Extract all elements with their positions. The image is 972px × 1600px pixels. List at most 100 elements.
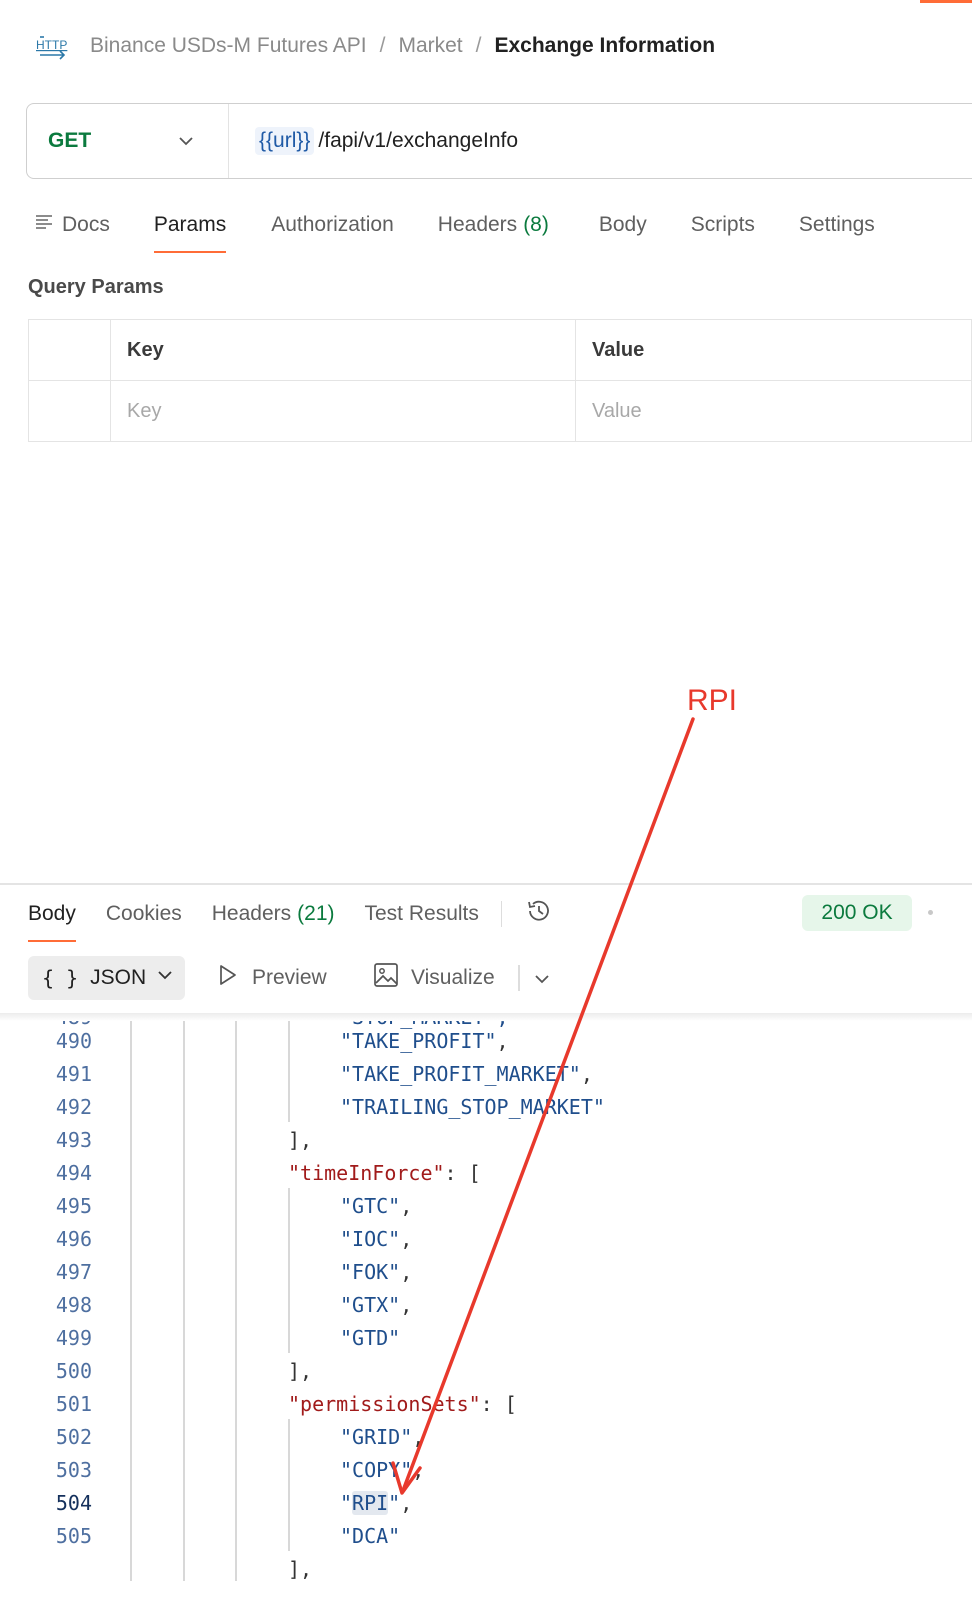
code-text: ], (288, 1355, 312, 1388)
separator-dot (928, 910, 933, 915)
json-punctuation: , (412, 1425, 425, 1449)
json-string: "DCA" (340, 1524, 401, 1548)
chevron-down-icon[interactable] (533, 970, 551, 993)
page-title[interactable]: Exchange Information (494, 34, 715, 58)
http-icon: HTTP (34, 31, 70, 61)
line-number: 503 (55, 1458, 92, 1482)
code-text: "TRAILING_STOP_MARKET" (340, 1091, 605, 1124)
line-number: 495 (55, 1194, 92, 1218)
code-text: "timeInForce": [ (288, 1157, 481, 1190)
params-table: Key Value Key Value (28, 319, 972, 442)
json-string: "FOK" (340, 1260, 401, 1284)
json-punctuation: , (400, 1491, 413, 1515)
tab-label: Headers (211, 902, 292, 925)
json-punctuation: , (412, 1458, 425, 1482)
response-divider[interactable] (0, 883, 972, 885)
tab-authorization[interactable]: Authorization (271, 205, 394, 245)
url-variable[interactable]: {{url}} (255, 127, 315, 155)
code-line: 496 "IOC", (0, 1223, 972, 1256)
visualize-button[interactable]: Visualize (373, 956, 495, 1000)
json-punctuation: ], (288, 1359, 313, 1383)
method-select[interactable]: GET (27, 104, 229, 178)
json-string: "TAKE_PROFIT" (340, 1029, 497, 1053)
chevron-down-icon (177, 132, 195, 156)
tab-label: Scripts (690, 213, 755, 236)
tab-scripts[interactable]: Scripts (691, 205, 755, 245)
image-icon (373, 962, 399, 994)
code-text: "IOC", (340, 1223, 412, 1256)
line-number: 490 (55, 1029, 92, 1053)
clipped-code-line: ], (288, 1557, 313, 1581)
annotation-label: RPI (687, 684, 738, 717)
code-line: 498 "GTX", (0, 1289, 972, 1322)
tab-settings[interactable]: Settings (799, 205, 875, 245)
table-header-row: Key Value (28, 319, 972, 381)
json-string: "GTD" (340, 1326, 401, 1350)
json-punctuation: ], (288, 1128, 313, 1152)
play-icon (218, 964, 238, 992)
code-line: 490 "TAKE_PROFIT", (0, 1025, 972, 1058)
code-line: 491 "TAKE_PROFIT_MARKET", (0, 1058, 972, 1091)
json-punctuation: , (400, 1194, 413, 1218)
response-tab-body[interactable]: Body (28, 893, 76, 942)
code-text: "RPI", (340, 1487, 412, 1520)
preview-button[interactable]: Preview (218, 956, 327, 1000)
url-input[interactable]: {{url}} /fapi/v1/exchangeInfo (229, 127, 518, 155)
table-row: Key Value (28, 380, 972, 442)
json-string: "TRAILING_STOP_MARKET" (340, 1095, 605, 1119)
tab-label: Settings (798, 213, 875, 236)
response-tab-test-results[interactable]: Test Results (365, 893, 479, 935)
braces-icon: { } (42, 966, 79, 990)
code-line: 499 "GTD" (0, 1322, 972, 1355)
code-top-shadow (0, 1013, 972, 1021)
response-tab-cookies[interactable]: Cookies (106, 893, 182, 935)
code-text: "COPY", (340, 1454, 424, 1487)
visualize-divider (518, 965, 520, 991)
line-number: 501 (55, 1392, 92, 1416)
key-column-header: Key (110, 319, 576, 381)
docs-icon (34, 213, 54, 237)
preview-label: Preview (252, 966, 327, 989)
svg-text:HTTP: HTTP (36, 38, 67, 52)
code-line: 505 "DCA" (0, 1520, 972, 1553)
line-number: 505 (55, 1524, 92, 1548)
breadcrumb-collection[interactable]: Binance USDs-M Futures API (90, 34, 367, 58)
format-label: JSON (90, 966, 147, 989)
json-quote: " (388, 1491, 401, 1515)
json-string-highlight: RPI (352, 1491, 389, 1515)
history-icon[interactable] (524, 896, 554, 932)
code-line: 502 "GRID", (0, 1421, 972, 1454)
tab-docs[interactable]: Docs (34, 205, 110, 245)
json-punctuation: , (496, 1029, 509, 1053)
query-params-title: Query Params (28, 276, 164, 298)
json-string: "TAKE_PROFIT_MARKET" (340, 1062, 581, 1086)
json-quote: " (340, 1491, 353, 1515)
breadcrumb-separator: / (379, 34, 386, 57)
method-label: GET (48, 129, 92, 152)
json-code-viewer[interactable]: "STOP_MARKET", 489 490"TAKE_PROFIT",491"… (0, 1021, 972, 1581)
breadcrumb-folder[interactable]: Market (398, 34, 462, 58)
tab-headers[interactable]: Headers (8) (438, 205, 549, 245)
code-line: 494 "timeInForce": [ (0, 1157, 972, 1190)
json-punctuation: , (400, 1227, 413, 1251)
value-column-header: Value (575, 319, 972, 381)
tab-body[interactable]: Body (599, 205, 647, 245)
tab-params[interactable]: Params (153, 205, 227, 253)
json-key: "timeInForce" (288, 1161, 445, 1185)
row-checkbox-cell (28, 380, 111, 442)
code-text: "DCA" (340, 1520, 400, 1553)
code-line: 501 "permissionSets": [ (0, 1388, 972, 1421)
tab-label: Body (28, 902, 76, 925)
response-tab-headers[interactable]: Headers (21) (212, 893, 335, 935)
line-number: 493 (55, 1128, 92, 1152)
value-input[interactable]: Value (575, 380, 972, 442)
status-badge: 200 OK (802, 895, 912, 931)
response-tabs: Body Cookies Headers (21) Test Results (28, 893, 554, 942)
json-string: "COPY" (340, 1458, 413, 1482)
json-punctuation: : [ (480, 1392, 517, 1416)
line-number: 499 (55, 1326, 92, 1350)
key-input[interactable]: Key (110, 380, 576, 442)
format-select[interactable]: { } JSON (28, 956, 185, 1000)
json-string: "IOC" (340, 1227, 401, 1251)
code-text: "FOK", (340, 1256, 412, 1289)
